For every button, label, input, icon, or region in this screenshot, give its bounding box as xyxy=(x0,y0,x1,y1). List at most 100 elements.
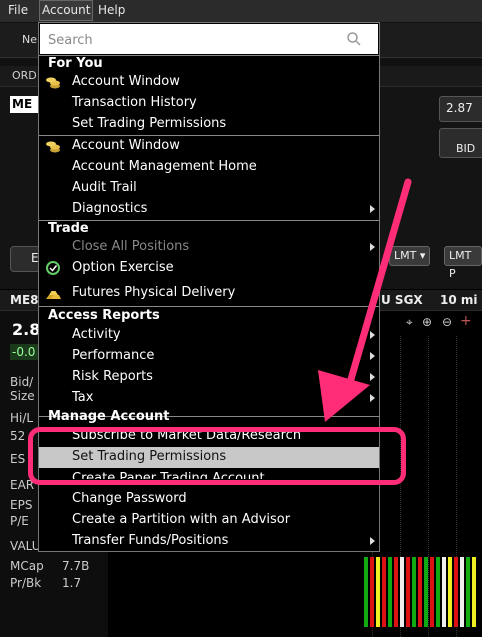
volume-bar xyxy=(472,557,476,627)
menu-item-tax[interactable]: Tax xyxy=(39,388,379,409)
submenu-arrow-icon xyxy=(370,331,375,339)
menu-item-label: Activity xyxy=(72,327,121,342)
menu-item-set-trading-permissions-2[interactable]: Set Trading Permissions xyxy=(39,447,379,468)
menu-item-audit-trail[interactable]: Audit Trail xyxy=(39,178,379,199)
search-icon xyxy=(347,32,361,46)
option-exercise-icon xyxy=(46,261,60,275)
menu-item-transaction-history[interactable]: Transaction History xyxy=(39,93,379,114)
submenu-arrow-icon xyxy=(370,243,375,251)
pr-bk-label: Pr/Bk xyxy=(10,576,42,590)
menu-item-label: Tax xyxy=(72,390,94,405)
interval-select[interactable]: 10 mi xyxy=(440,293,478,307)
bid-label: BID xyxy=(456,142,476,155)
zoom-in-icon[interactable]: ⊕ xyxy=(422,315,432,329)
menu-item-create-paper-trading[interactable]: Create Paper Trading Account xyxy=(39,469,379,479)
help-menu[interactable]: Help xyxy=(98,3,125,17)
exchange-select[interactable]: U SGX xyxy=(381,293,423,307)
volume-bar xyxy=(454,557,458,627)
menu-item-label: Transfer Funds/Positions xyxy=(72,533,229,548)
pe-label: P/E xyxy=(10,514,29,528)
order-panel-title: ORD xyxy=(12,69,37,82)
menu-item-performance[interactable]: Performance xyxy=(39,346,379,367)
menu-item-label: Futures Physical Delivery xyxy=(72,285,236,300)
submenu-arrow-icon xyxy=(370,352,375,360)
menu-item-transfer-funds[interactable]: Transfer Funds/Positions xyxy=(39,531,379,552)
menu-item-subscribe-market-data[interactable]: Subscribe to Market Data/Research xyxy=(39,426,379,444)
menu-item-label: Subscribe to Market Data/Research xyxy=(72,428,302,443)
zoom-out-icon[interactable]: ⊖ xyxy=(442,315,452,329)
eps-label: EPS xyxy=(10,498,33,512)
crosshair-icon[interactable]: ⌖ xyxy=(406,315,413,330)
es-label: ES xyxy=(10,452,26,466)
volume-bar xyxy=(460,557,464,627)
search-input[interactable] xyxy=(46,30,340,50)
menu-item-close-all-positions[interactable]: Close All Positions xyxy=(39,237,379,258)
file-menu[interactable]: File xyxy=(8,3,28,17)
menu-item-label: Audit Trail xyxy=(72,180,137,195)
quote-symbol: ME8 xyxy=(10,293,39,307)
menu-item-label: Create a Partition with an Advisor xyxy=(72,512,291,527)
menu-search-box xyxy=(40,24,378,54)
price-change: -0.0 xyxy=(10,344,40,360)
52wk-label: 52 xyxy=(10,429,26,443)
grid-line xyxy=(428,336,429,637)
menu-item-label: Performance xyxy=(72,348,155,363)
volume-bar xyxy=(418,557,422,627)
menu-item-label: Diagnostics xyxy=(72,201,148,216)
price-value: 2.87 xyxy=(446,101,473,115)
account-dropdown-menu: For You Account Window Transaction Histo… xyxy=(38,22,380,552)
menu-item-set-trading-permissions[interactable]: Set Trading Permissions xyxy=(39,114,379,135)
mcap-label: MCap xyxy=(10,559,44,573)
coins-icon xyxy=(46,141,60,153)
menu-item-account-management-home[interactable]: Account Management Home xyxy=(39,157,379,178)
volume-bar xyxy=(466,557,470,627)
submenu-arrow-icon xyxy=(370,205,375,213)
menu-separator xyxy=(39,306,379,307)
menu-item-label: Account Window xyxy=(72,74,180,89)
menu-item-futures-physical-delivery[interactable]: Futures Physical Delivery xyxy=(39,283,379,304)
bid-ask-label: Bid/ xyxy=(10,375,34,389)
menu-item-account-window-2[interactable]: Account Window xyxy=(39,136,379,157)
section-header-trade: Trade xyxy=(48,221,89,236)
last-price: 2.8 xyxy=(12,320,41,339)
volume-bar xyxy=(388,557,392,627)
menu-item-label: Option Exercise xyxy=(72,260,174,275)
menu-item-label: Create Paper Trading Account xyxy=(72,471,265,479)
section-header-for-you: For You xyxy=(48,56,103,71)
menu-item-create-partition[interactable]: Create a Partition with an Advisor xyxy=(39,510,379,531)
section-header-manage-account: Manage Account xyxy=(48,409,170,424)
coins-icon xyxy=(46,77,60,89)
volume-bar xyxy=(382,557,386,627)
volume-bar xyxy=(364,557,368,627)
menu-item-account-window[interactable]: Account Window xyxy=(39,72,379,93)
menu-item-diagnostics[interactable]: Diagnostics xyxy=(39,199,379,220)
size-label: Size xyxy=(10,389,35,403)
toolbar-new-button[interactable]: Ne xyxy=(22,33,37,46)
menu-item-label: Transaction History xyxy=(72,95,197,110)
menu-bar: File Account Help xyxy=(0,0,482,23)
price-button[interactable]: 2.87 xyxy=(439,96,482,122)
menu-item-label: Change Password xyxy=(72,491,187,506)
order-type-select[interactable]: LMT ▾ xyxy=(389,246,431,266)
bid-button[interactable]: BID xyxy=(439,128,482,158)
account-menu[interactable]: Account xyxy=(38,0,94,21)
menu-item-option-exercise[interactable]: Option Exercise xyxy=(39,258,379,279)
volume-bar xyxy=(394,557,398,627)
menu-item-label: Account Management Home xyxy=(72,159,257,174)
gold-bars-icon xyxy=(46,291,61,299)
menu-item-risk-reports[interactable]: Risk Reports xyxy=(39,367,379,388)
menu-item-change-password[interactable]: Change Password xyxy=(39,489,379,510)
volume-bar xyxy=(448,557,452,627)
volume-bar xyxy=(412,557,416,627)
volume-bar xyxy=(406,557,410,627)
menu-item-activity[interactable]: Activity xyxy=(39,325,379,346)
hi-lo-label: Hi/L xyxy=(10,411,34,425)
chevron-down-icon: ▾ xyxy=(419,249,426,262)
menu-separator xyxy=(39,220,379,221)
volume-bar xyxy=(442,557,446,627)
crosshair-tool-icon[interactable]: + xyxy=(460,313,472,329)
lmt-price-button[interactable]: LMT P xyxy=(444,246,482,280)
volume-bar xyxy=(430,557,434,627)
volume-bar xyxy=(370,557,374,627)
menu-item-label: Close All Positions xyxy=(72,239,190,254)
